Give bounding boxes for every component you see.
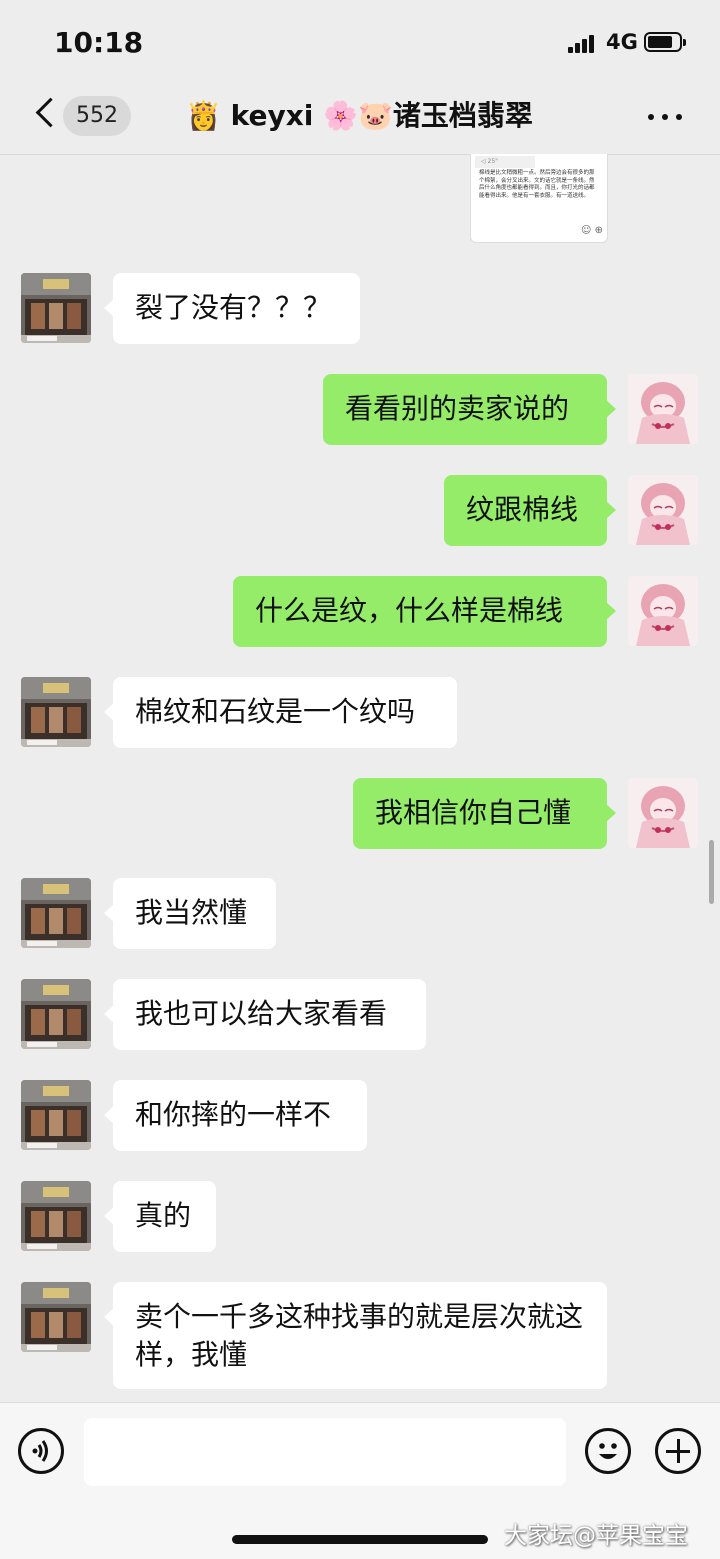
- message-bubble[interactable]: 真的: [104, 1181, 216, 1252]
- status-time: 10:18: [54, 26, 144, 59]
- contact-avatar[interactable]: [21, 979, 91, 1049]
- contact-avatar[interactable]: [21, 1282, 91, 1352]
- message-bubble[interactable]: 看看别的卖家说的: [323, 374, 616, 445]
- my-avatar[interactable]: [628, 778, 698, 848]
- image-message-thumbnail[interactable]: ◁ 25" 棉线是比文稍微粗一点。然后旁边会有很多的那个棉絮，会分叉出来。文的话…: [470, 154, 608, 243]
- network-type: 4G: [606, 30, 638, 54]
- message-bubble[interactable]: 棉纹和石纹是一个纹吗: [104, 677, 457, 748]
- chat-header: 552 👸 keyxi 🌸🐷诸玉档翡翠: [0, 80, 720, 155]
- scrollbar[interactable]: [709, 840, 714, 904]
- back-chevron-icon[interactable]: [30, 96, 60, 136]
- watermark-text: 大家坛@苹果宝宝: [504, 1523, 688, 1549]
- message-input[interactable]: [84, 1418, 566, 1486]
- contact-avatar[interactable]: [21, 1080, 91, 1150]
- contact-avatar[interactable]: [21, 1181, 91, 1251]
- my-avatar[interactable]: [628, 374, 698, 444]
- my-avatar[interactable]: [628, 576, 698, 646]
- contact-avatar[interactable]: [21, 677, 91, 747]
- message-bubble[interactable]: 和你摔的一样不: [104, 1080, 367, 1151]
- status-bar: 10:18 4G: [0, 0, 720, 80]
- signal-icon: [568, 35, 598, 53]
- voice-input-icon[interactable]: [18, 1428, 64, 1474]
- battery-icon: [644, 32, 686, 52]
- emoji-icon[interactable]: [585, 1428, 631, 1474]
- message-bubble[interactable]: 我也可以给大家看看: [104, 979, 426, 1050]
- transcribed-text: 棉线是比文稍微粗一点。然后旁边会有很多的那个棉絮，会分叉出来。文的话它就是一条线…: [479, 170, 595, 199]
- plus-icon[interactable]: [655, 1428, 701, 1474]
- emoji-add-icons: ☺ ⊕: [581, 225, 603, 236]
- chat-title: 👸 keyxi 🌸🐷诸玉档翡翠: [186, 99, 533, 132]
- message-bubble[interactable]: 卖个一千多这种找事的就是层次就这样，我懂: [104, 1282, 607, 1389]
- message-bubble[interactable]: 纹跟棉线: [444, 475, 616, 546]
- more-options-icon[interactable]: [646, 102, 686, 132]
- message-bubble[interactable]: 我相信你自己懂: [353, 778, 616, 849]
- contact-avatar[interactable]: [21, 273, 91, 343]
- home-indicator[interactable]: [232, 1535, 488, 1544]
- my-avatar[interactable]: [628, 475, 698, 545]
- contact-avatar[interactable]: [21, 878, 91, 948]
- unread-count-badge[interactable]: 552: [63, 96, 131, 136]
- voice-duration-tag: ◁ 25": [475, 156, 535, 168]
- message-bubble[interactable]: 什么是纹，什么样是棉线: [233, 576, 616, 647]
- message-bubble[interactable]: 裂了没有？？？: [104, 273, 360, 344]
- message-bubble[interactable]: 我当然懂: [104, 878, 276, 949]
